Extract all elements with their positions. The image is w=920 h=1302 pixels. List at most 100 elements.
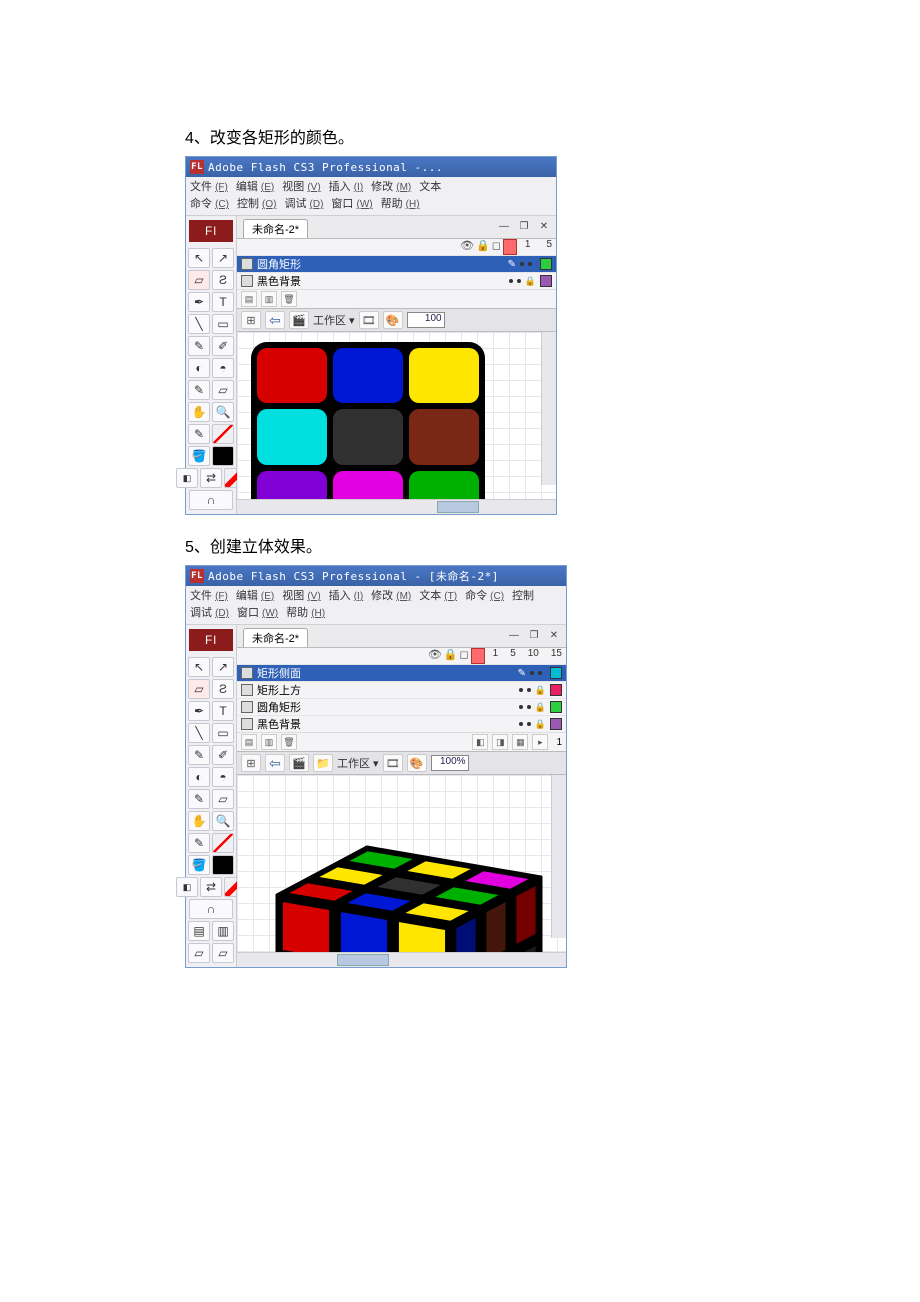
scrollbar-v[interactable] [551,775,566,938]
menu-插入[interactable]: 插入 (I) [329,179,364,196]
close-icon[interactable]: ✕ [546,627,562,643]
close-icon[interactable]: ✕ [536,218,552,234]
eraser-tool[interactable]: ▱ [212,380,234,400]
minimize-icon[interactable]: — [496,218,512,234]
menu-调试[interactable]: 调试 (D) [190,605,229,622]
new-layer-icon[interactable]: ▤ [241,734,257,750]
modify-markers-icon[interactable]: ▸ [532,734,548,750]
scroll-thumb[interactable] [337,954,389,966]
playhead[interactable] [471,648,485,664]
edit-scene-icon[interactable]: 🎞 [383,754,403,772]
document-tab[interactable]: 未命名-2* [243,628,308,647]
brush-tool[interactable]: ✐ [212,745,234,765]
menu-编辑[interactable]: 编辑 (E) [236,588,274,605]
paint-bucket-tool[interactable]: ◓ [212,358,234,378]
new-folder-icon[interactable]: ▥ [261,734,277,750]
menu-窗口[interactable]: 窗口 (W) [237,605,278,622]
scrollbar-h[interactable] [237,952,566,967]
scene-icon[interactable]: 🎬 [289,754,309,772]
zoom-field[interactable]: 100% [431,755,469,771]
fill-color[interactable]: 🪣 [188,446,210,466]
scene-icon[interactable]: 🎬 [289,311,309,329]
selection-tool[interactable]: ↖ [188,657,210,677]
fill-swatch[interactable] [212,446,234,466]
lasso-tool[interactable]: Ƨ [212,679,234,699]
menu-插入[interactable]: 插入 (I) [329,588,364,605]
selection-tool[interactable]: ↖ [188,248,210,268]
restore-icon[interactable]: ❐ [526,627,542,643]
delete-layer-icon[interactable]: 🗑 [281,291,297,307]
pencil-tool[interactable]: ✎ [188,745,210,765]
onion-skin-icon[interactable]: ◧ [472,734,488,750]
menu-文件[interactable]: 文件 (F) [190,179,228,196]
ink-bottle-tool[interactable]: ◐ [188,358,210,378]
back-icon[interactable]: ⇦ [265,754,285,772]
delete-layer-icon[interactable]: 🗑 [281,734,297,750]
fill-swatch[interactable] [212,855,234,875]
menu-控制[interactable]: 控制 (O) [237,196,277,213]
menu-窗口[interactable]: 窗口 (W) [331,196,372,213]
free-transform-tool[interactable]: ▱ [188,270,210,290]
hand-tool[interactable]: ✋ [188,402,210,422]
menu-帮助[interactable]: 帮助 (H) [381,196,420,213]
menu-编辑[interactable]: 编辑 (E) [236,179,274,196]
eyedropper-tool[interactable]: ✎ [188,380,210,400]
option-1[interactable]: ▤ [188,921,210,941]
menu-调试[interactable]: 调试 (D) [284,196,323,213]
back-icon[interactable]: ⇦ [265,311,285,329]
scrollbar-h[interactable] [237,499,556,514]
pencil-tool[interactable]: ✎ [188,336,210,356]
menu-视图[interactable]: 视图 (V) [282,179,320,196]
option-4[interactable]: ▱ [212,943,234,963]
new-layer-icon[interactable]: ▤ [241,291,257,307]
stroke-swatch[interactable] [212,833,234,853]
paint-bucket-tool[interactable]: ◓ [212,767,234,787]
subselection-tool[interactable]: ↗ [212,657,234,677]
edit-multiple-icon[interactable]: ▦ [512,734,528,750]
restore-icon[interactable]: ❐ [516,218,532,234]
brush-tool[interactable]: ✐ [212,336,234,356]
ink-bottle-tool[interactable]: ◐ [188,767,210,787]
option-2[interactable]: ▥ [212,921,234,941]
document-tab[interactable]: 未命名-2* [243,219,308,238]
pen-tool[interactable]: ✒ [188,701,210,721]
stroke-color[interactable]: ✎ [188,424,210,444]
line-tool[interactable]: ╲ [188,314,210,334]
scroll-thumb[interactable] [437,501,479,513]
folder-icon[interactable]: 📁 [313,754,333,772]
layer-row[interactable]: 矩形侧面 ✎ [237,664,566,681]
menu-控制[interactable]: 控制 [512,588,534,604]
hand-tool[interactable]: ✋ [188,811,210,831]
menu-命令[interactable]: 命令 (C) [465,588,504,605]
bw-swap[interactable]: ◧ [176,468,198,488]
line-tool[interactable]: ╲ [188,723,210,743]
zoom-tool[interactable]: 🔍 [212,811,234,831]
workarea-label[interactable]: 工作区 ▾ [313,312,355,328]
text-tool[interactable]: T [212,701,234,721]
menu-文件[interactable]: 文件 (F) [190,588,228,605]
canvas-area[interactable] [237,332,556,499]
free-transform-tool[interactable]: ▱ [188,679,210,699]
zoom-field[interactable]: 100 [407,312,445,328]
new-folder-icon[interactable]: ▥ [261,291,277,307]
edit-scene-icon[interactable]: 🎞 [359,311,379,329]
edit-symbol-icon[interactable]: 🎨 [383,311,403,329]
swap-colors[interactable]: ⇄ [200,468,222,488]
minimize-icon[interactable]: — [506,627,522,643]
rectangle-tool[interactable]: ▭ [212,314,234,334]
snap-tool[interactable]: ∩ [189,899,233,919]
canvas-area[interactable] [237,775,566,952]
option-3[interactable]: ▱ [188,943,210,963]
workarea-label[interactable]: 工作区 ▾ [337,755,379,771]
menu-修改[interactable]: 修改 (M) [371,588,411,605]
snap-tool[interactable]: ∩ [189,490,233,510]
lasso-tool[interactable]: Ƨ [212,270,234,290]
menu-命令[interactable]: 命令 (C) [190,196,229,213]
swap-colors[interactable]: ⇄ [200,877,222,897]
layer-row[interactable]: 圆角矩形 ✎ [237,255,556,272]
eyedropper-tool[interactable]: ✎ [188,789,210,809]
eraser-tool[interactable]: ▱ [212,789,234,809]
playhead[interactable] [503,239,517,255]
subselection-tool[interactable]: ↗ [212,248,234,268]
edit-symbol-icon[interactable]: 🎨 [407,754,427,772]
